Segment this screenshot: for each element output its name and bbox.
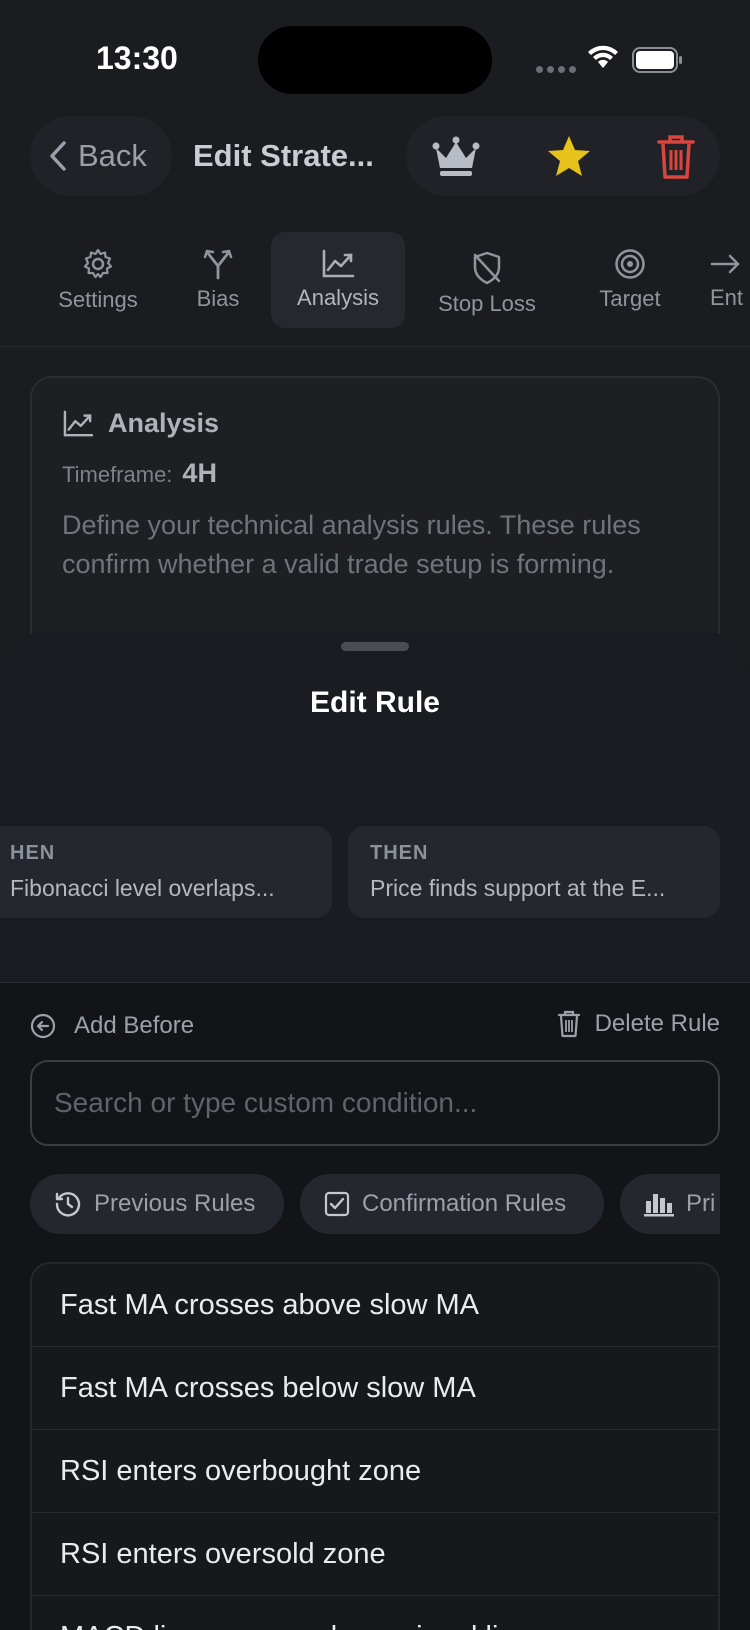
trash-icon[interactable] [656, 134, 696, 180]
cellular-signal-icon [536, 66, 576, 73]
sheet-grabber[interactable] [341, 642, 409, 651]
list-item[interactable]: RSI enters overbought zone [32, 1430, 718, 1513]
sheet-divider [0, 982, 750, 983]
chip-confirmation-rules[interactable]: Confirmation Rules [300, 1174, 604, 1234]
tabs-divider [0, 346, 750, 347]
arrow-right-icon [710, 254, 740, 274]
search-input[interactable] [54, 1087, 696, 1119]
tab-label: Ent [710, 285, 744, 310]
chart-line-icon [63, 410, 94, 436]
list-item[interactable]: RSI enters oversold zone [32, 1513, 718, 1596]
status-time: 13:30 [96, 40, 178, 76]
timeframe-label: Timeframe: [62, 462, 173, 487]
delete-rule-button[interactable]: Delete Rule [557, 1010, 720, 1038]
add-before-button[interactable]: Add Before [30, 1012, 194, 1040]
back-button[interactable]: Back [30, 116, 172, 196]
history-icon [55, 1192, 81, 1217]
chip-label: Confirmation Rules [362, 1190, 567, 1217]
tab-settings[interactable]: Settings [44, 232, 152, 328]
analysis-card-title: Analysis [108, 408, 220, 438]
tab-analysis[interactable]: Analysis [271, 232, 405, 328]
star-icon[interactable] [546, 134, 592, 178]
checkbox-icon [324, 1191, 350, 1217]
tab-label: Target [599, 286, 661, 311]
chip-label: Previous Rules [94, 1190, 256, 1217]
list-item[interactable]: Fast MA crosses below slow MA [32, 1347, 718, 1430]
list-item[interactable]: MACD line crosses above signal line [32, 1596, 718, 1630]
crown-icon[interactable] [430, 134, 482, 178]
chip-label: Pri [686, 1190, 716, 1217]
page-title: Edit Strate... [193, 138, 374, 173]
chip-price[interactable]: Pri [620, 1174, 720, 1234]
rule-card-text: Price finds support at the E... [370, 875, 666, 901]
tab-stop-loss[interactable]: Stop Loss [428, 236, 546, 332]
delete-rule-label: Delete Rule [594, 1010, 720, 1037]
sheet-header-area [0, 632, 750, 982]
header-actions [406, 116, 720, 196]
analysis-description: Define your technical analysis rules. Th… [62, 510, 641, 579]
target-icon [615, 249, 645, 279]
nav-header: Back Edit Strate... [0, 112, 750, 204]
trash-icon [557, 1010, 580, 1038]
list-item[interactable]: Fast MA crosses above slow MA [32, 1264, 718, 1347]
analysis-info-card: Analysis Timeframe: 4H Define your techn… [30, 376, 720, 676]
timeframe-value: 4H [182, 458, 217, 488]
rule-card-label: THEN [370, 842, 429, 864]
search-field[interactable] [30, 1060, 720, 1146]
strategy-tabs: Settings Bias Analysis Stop Loss Target [0, 232, 750, 342]
sheet-title: Edit Rule [309, 686, 440, 719]
back-label: Back [78, 138, 147, 173]
tab-target[interactable]: Target [586, 232, 674, 328]
add-before-label: Add Before [74, 1012, 195, 1039]
chart-line-icon [322, 249, 355, 278]
tab-bias[interactable]: Bias [176, 232, 260, 328]
rule-suggestions-list: Fast MA crosses above slow MA Fast MA cr… [30, 1262, 720, 1630]
rule-card-text: Fibonacci level overlaps... [10, 875, 275, 901]
tab-label: Bias [196, 286, 240, 311]
shield-off-icon [473, 251, 501, 285]
chip-previous-rules[interactable]: Previous Rules [30, 1174, 284, 1234]
rule-actions-row: Add Before Delete Rule [0, 1002, 750, 1062]
rule-chain-card[interactable]: HEN Fibonacci level overlaps... [0, 826, 332, 918]
rule-category-chips: Previous Rules Confirmation Rules Pri [30, 1174, 720, 1236]
tab-entry[interactable]: Ent [710, 232, 750, 328]
rule-chain-card[interactable]: THEN Price finds support at the E... [348, 826, 720, 918]
wifi-icon [588, 45, 618, 68]
tab-label: Analysis [297, 285, 379, 310]
timeframe-row: Timeframe: 4H [62, 458, 217, 489]
rule-card-label: HEN [10, 842, 56, 864]
tab-label: Stop Loss [438, 291, 536, 316]
dynamic-island [258, 26, 492, 94]
bar-chart-icon [644, 1194, 674, 1217]
chevron-left-icon [50, 141, 66, 171]
gear-icon [83, 248, 113, 279]
status-bar: 13:30 [0, 0, 750, 120]
arrow-left-circle-icon [30, 1013, 56, 1039]
analysis-card-header: Analysis [62, 408, 219, 439]
branch-icon [203, 249, 233, 280]
battery-icon [632, 47, 682, 73]
edit-rule-sheet: Edit Rule HEN Fibonacci level overlaps..… [0, 632, 750, 1630]
tab-label: Settings [58, 287, 138, 312]
